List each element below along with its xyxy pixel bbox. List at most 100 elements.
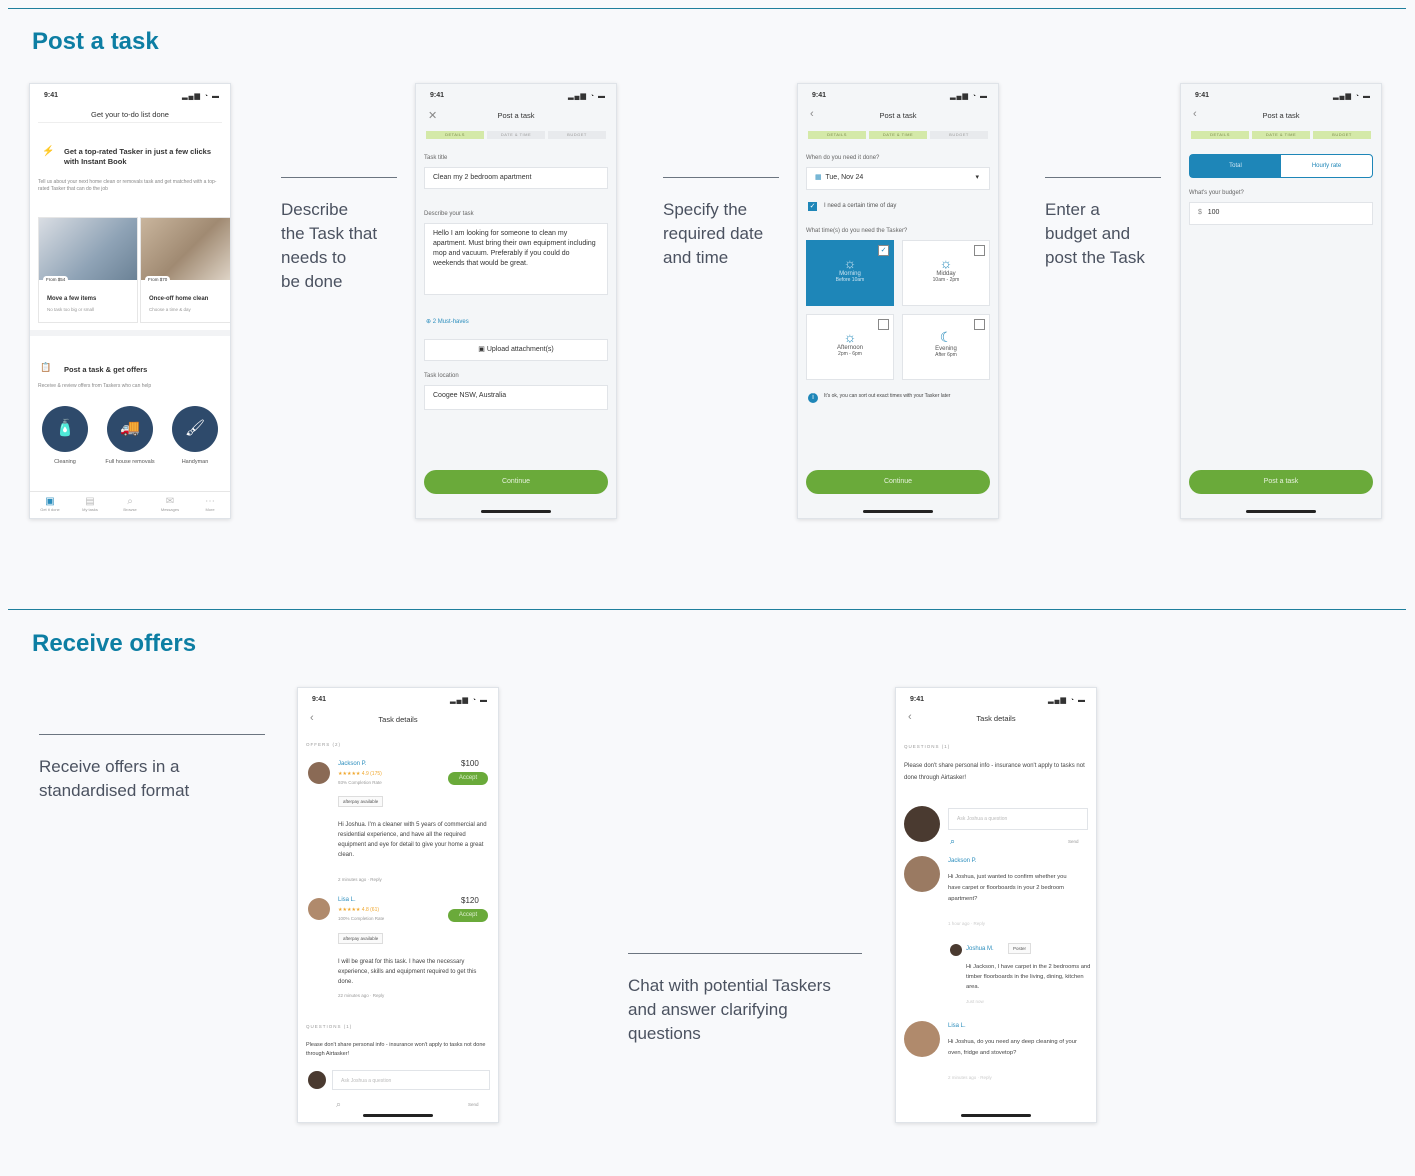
send-button[interactable]: Send xyxy=(468,1102,479,1107)
category-label: Full house removals xyxy=(105,459,155,465)
afterpay-badge: afterpay available xyxy=(338,796,384,807)
home-indicator xyxy=(481,510,551,513)
screen-title: Task details xyxy=(378,715,418,724)
category-label: Handyman xyxy=(181,459,209,465)
desc-divider xyxy=(39,734,265,735)
tab-get-it-done[interactable]: ▣ Get it done xyxy=(30,496,70,512)
handyman-category-icon[interactable]: 🖌 xyxy=(172,406,218,452)
offers-label: OFFERS (2) xyxy=(306,742,342,747)
avatar[interactable] xyxy=(904,1021,940,1057)
checkbox xyxy=(974,319,985,330)
questions-note: Please don't share personal info - insur… xyxy=(904,763,1085,781)
sunset-icon: ☼ xyxy=(843,329,857,345)
phone-task-questions: 9:41 ▂▄▆ ◔ ▬ ‹ Task details QUESTIONS (1)… xyxy=(895,687,1097,1123)
phone-post-task-details: 9:41 ▂▄▆ ◔ ▬ ✕ Post a task DETAILS DATE &… xyxy=(415,83,617,519)
times-label: What time(s) do you need the Tasker? xyxy=(806,228,908,234)
tab-messages[interactable]: ✉ Messages xyxy=(150,496,190,512)
budget-type-toggle: Total Hourly rate xyxy=(1189,154,1373,178)
upload-button[interactable]: ▣ Upload attachment(s) xyxy=(424,339,608,361)
screen-title: Task details xyxy=(976,714,1016,723)
card-move-items[interactable]: From $54 Move a few items No task too bi… xyxy=(38,217,138,323)
card-image xyxy=(39,218,137,280)
completion-rate: 93% Completion Rate xyxy=(338,780,382,785)
question-input[interactable]: Ask Joshua a question xyxy=(948,808,1088,830)
avatar[interactable] xyxy=(904,856,940,892)
toggle-hourly[interactable]: Hourly rate xyxy=(1281,155,1372,177)
tasker-name[interactable]: Jackson P. xyxy=(338,761,367,767)
avatar xyxy=(308,1071,326,1089)
describe-task-caption: Describe the Task that needs to be done xyxy=(281,200,378,291)
time-slot-midday[interactable]: ☼ Midday 10am - 2pm xyxy=(902,240,990,306)
offer-message: Hi Joshua. I'm a cleaner with 5 years of… xyxy=(338,822,487,858)
checkbox xyxy=(974,245,985,256)
questions-label: QUESTIONS (1) xyxy=(904,744,951,749)
tab-my-tasks[interactable]: ▤ My tasks xyxy=(70,496,110,512)
questions-label: QUESTIONS (1) xyxy=(306,1024,353,1029)
describe-label: Describe your task xyxy=(424,211,474,217)
date-time-caption: Specify the required date and time xyxy=(663,200,764,267)
date-picker[interactable]: ▦ Tue, Nov 24 ▾ xyxy=(806,167,990,190)
attachment-icon[interactable]: ⌕ xyxy=(336,1099,341,1110)
card-home-clean[interactable]: From $70 Once-off home clean Choose a ti… xyxy=(140,217,230,323)
tasker-name[interactable]: Jackson P. xyxy=(948,858,977,864)
question-input[interactable]: Ask Joshua a question xyxy=(332,1070,490,1090)
time-slot-evening[interactable]: ☾ Evening After 6pm xyxy=(902,314,990,380)
tab-more[interactable]: ⋯ More xyxy=(190,496,230,512)
card-subtitle: Choose a time & day xyxy=(149,307,191,312)
desc-divider xyxy=(281,177,397,178)
message-meta: 1 hour ago · Reply xyxy=(948,921,986,926)
toggle-total[interactable]: Total xyxy=(1190,155,1281,177)
screen-header: Get your to-do list done xyxy=(91,110,169,119)
moon-icon: ☾ xyxy=(939,329,953,345)
home-indicator xyxy=(961,1114,1031,1117)
tasker-name[interactable]: Lisa L. xyxy=(948,1023,966,1029)
task-title-input[interactable]: Clean my 2 bedroom apartment xyxy=(424,167,608,189)
plus-icon: ⊕ xyxy=(426,319,432,325)
send-button[interactable]: Send xyxy=(1068,839,1079,844)
phone-home-screen: 9:41 ▂▄▆ ◔ ▬ Get your to-do list done ⚡ G… xyxy=(29,83,231,519)
must-haves-link[interactable]: ⊕ 2 Must-haves xyxy=(426,318,469,325)
checkbox: ✓ xyxy=(878,245,889,256)
completion-rate: 100% Completion Rate xyxy=(338,916,385,921)
time-slot-afternoon[interactable]: ☼ Afternoon 2pm - 6pm xyxy=(806,314,894,380)
tab-browse[interactable]: ⌕ Browse xyxy=(110,496,150,512)
describe-textarea[interactable]: Hello I am looking for someone to clean … xyxy=(424,223,608,295)
offer-price: $120 xyxy=(461,896,479,905)
attachment-icon[interactable]: ⌕ xyxy=(950,836,955,847)
progress-steps: DETAILS DATE & TIME BUDGET xyxy=(1191,131,1371,139)
avatar xyxy=(950,944,962,956)
image-icon: ▣ xyxy=(478,346,485,353)
card-title: Move a few items xyxy=(47,296,97,302)
phone-post-task-date: 9:41 ▂▄▆ ◔ ▬ ‹ Post a task DETAILS DATE &… xyxy=(797,83,999,519)
progress-steps: DETAILS DATE & TIME BUDGET xyxy=(808,131,988,139)
desc-divider xyxy=(663,177,779,178)
certain-time-checkbox[interactable]: ✓ xyxy=(808,202,817,211)
accept-button[interactable]: Accept xyxy=(448,772,488,785)
post-task-button[interactable]: Post a task xyxy=(1189,470,1373,494)
continue-button[interactable]: Continue xyxy=(424,470,608,494)
message-meta: 2 minutes ago · Reply xyxy=(948,1075,992,1080)
rating-stars: ★★★★★ 4.9 (175) xyxy=(338,771,382,777)
avatar[interactable] xyxy=(308,898,330,920)
cleaning-category-icon[interactable]: 🧴 xyxy=(42,406,88,452)
instant-book-desc: Tell us about your next home clean or re… xyxy=(38,179,217,192)
step-details: DETAILS xyxy=(426,131,484,139)
card-image xyxy=(141,218,230,280)
step-budget: BUDGET xyxy=(548,131,606,139)
location-label: Task location xyxy=(424,373,459,379)
section-divider xyxy=(8,8,1406,9)
accept-button[interactable]: Accept xyxy=(448,909,488,922)
chevron-down-icon: ▾ xyxy=(975,174,979,181)
continue-button[interactable]: Continue xyxy=(806,470,990,494)
tasker-name[interactable]: Lisa L. xyxy=(338,897,356,903)
budget-input[interactable]: $ 100 xyxy=(1189,202,1373,225)
screen-title: Post a task xyxy=(879,111,917,120)
poster-name[interactable]: Joshua M. xyxy=(966,946,994,952)
status-time: 9:41 xyxy=(44,92,59,99)
section-title-receive: Receive offers xyxy=(32,630,197,657)
avatar[interactable] xyxy=(308,762,330,784)
removals-category-icon[interactable]: 🚚 xyxy=(107,406,153,452)
budget-caption: Enter a budget and post the Task xyxy=(1045,200,1145,267)
time-slot-morning[interactable]: ✓ ☼ Morning Before 10am xyxy=(806,240,894,306)
location-input[interactable]: Coogee NSW, Australia xyxy=(424,385,608,410)
